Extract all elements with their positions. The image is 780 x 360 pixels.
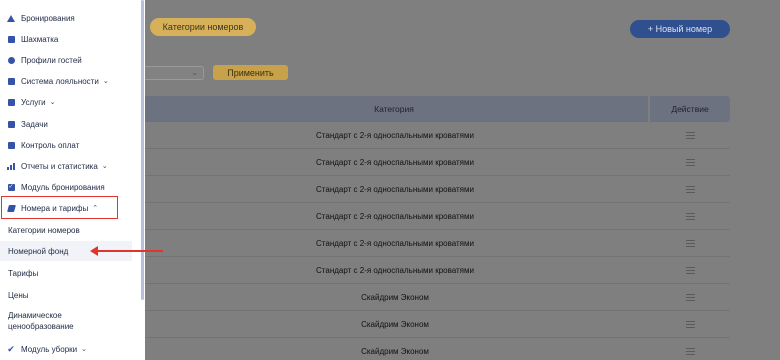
tag-icon [7,98,15,106]
sidebar-subitem-room-categories[interactable]: Категории номеров [0,220,132,240]
category-pill-button[interactable]: Категории номеров [150,18,256,36]
sidebar-subitem-dynamic-pricing[interactable]: Динамическое ценообразование [0,309,100,333]
action-cell [650,122,730,148]
chevron-down-icon: ⌄ [81,346,87,353]
chevron-down-icon: ⌄ [191,68,198,77]
action-cell [650,311,730,337]
filter-select[interactable]: ⌄ [140,66,204,80]
chevron-down-icon: ⌄ [49,99,56,106]
action-cell [650,257,730,283]
category-cell: Стандарт с 2-я односпальными кроватями [316,130,474,140]
user-icon [7,56,15,64]
table-row[interactable]: Стандарт с 2-я односпальными кроватями [140,149,730,176]
highlight-box [1,196,118,219]
list-menu-icon[interactable] [685,266,695,274]
table-header: Категория Действие [140,96,730,122]
table-row[interactable]: Стандарт с 2-я односпальными кроватями [140,203,730,230]
sidebar-item-label: Отчеты и статистика [21,161,98,171]
sidebar-item-label: Контроль оплат [21,140,80,150]
list-menu-icon[interactable] [685,158,695,166]
table-row[interactable]: Стандарт с 2-я односпальными кроватями [140,230,730,257]
list-menu-icon[interactable] [685,320,695,328]
sidebar-subitem-label: Категории номеров [8,225,80,235]
category-cell: Скайдрим Эконом [361,346,429,356]
sidebar-item-cleaning-module[interactable]: ✔ Модуль уборки ⌄ [0,339,140,359]
sidebar-item-guest-profiles[interactable]: Профили гостей [0,50,140,70]
sidebar-item-loyalty[interactable]: Система лояльности ⌄ [0,71,140,91]
payment-icon [7,141,15,149]
sidebar-item-tasks[interactable]: Задачи [0,114,140,134]
category-cell: Стандарт с 2-я односпальными кроватями [316,265,474,275]
sidebar-item-label: Бронирования [21,13,75,23]
home-icon [7,14,15,22]
sidebar-item-payments[interactable]: Контроль оплат [0,135,140,155]
sidebar-item-bookings[interactable]: Бронирования [0,8,140,28]
sidebar-item-label: Модуль бронирования [21,182,105,192]
sidebar-subitem-label: Тарифы [8,268,39,278]
calendar-icon [7,35,15,43]
sidebar-subitem-label: Номерной фонд [8,246,69,256]
action-cell [650,338,730,360]
table-row[interactable]: Скайдрим Эконом [140,338,730,360]
list-menu-icon[interactable] [685,293,695,301]
column-header-category: Категория [140,96,648,122]
sidebar-item-label: Услуги [21,97,46,107]
category-cell: Стандарт с 2-я односпальными кроватями [316,211,474,221]
rooms-table: Категория Действие Стандарт с 2-я односп… [140,96,730,360]
sidebar-item-label: Профили гостей [21,55,82,65]
table-body: Стандарт с 2-я односпальными кроватями Ст… [140,122,730,360]
apply-button[interactable]: Применить [213,65,288,80]
table-row[interactable]: Стандарт с 2-я односпальными кроватями [140,122,730,149]
action-cell [650,284,730,310]
cleaning-icon: ✔ [7,343,15,354]
table-row[interactable]: Стандарт с 2-я односпальными кроватями [140,257,730,284]
sidebar-item-label: Задачи [21,119,48,129]
action-cell [650,176,730,202]
sidebar-item-label: Система лояльности [21,76,99,86]
sidebar-subitem-tariffs[interactable]: Тарифы [0,263,132,283]
list-menu-icon[interactable] [685,212,695,220]
list-menu-icon[interactable] [685,131,695,139]
sidebar-item-chessboard[interactable]: Шахматка [0,29,140,49]
table-row[interactable]: Стандарт с 2-я односпальными кроватями [140,176,730,203]
category-cell: Скайдрим Эконом [361,292,429,302]
category-cell: Стандарт с 2-я односпальными кроватями [316,157,474,167]
list-menu-icon[interactable] [685,347,695,355]
sidebar-item-booking-module[interactable]: ✓ Модуль бронирования [0,177,140,197]
action-cell [650,230,730,256]
chart-icon [7,162,15,170]
category-cell: Стандарт с 2-я односпальными кроватями [316,238,474,248]
sidebar-subitem-label: Цены [8,290,29,300]
sidebar-item-label: Шахматка [21,34,59,44]
sidebar-subitem-label: Динамическое ценообразование [8,311,74,331]
annotation-arrow-line [96,250,163,252]
category-cell: Стандарт с 2-я односпальными кроватями [316,184,474,194]
annotation-arrow-head [90,246,98,256]
new-room-button[interactable]: + Новый номер [630,20,730,38]
action-cell [650,149,730,175]
chevron-down-icon: ⌄ [102,78,109,85]
task-icon [7,120,15,128]
sidebar-item-services[interactable]: Услуги ⌄ [0,92,140,112]
loyalty-icon [7,77,15,85]
sidebar-subitem-prices[interactable]: Цены [0,285,132,305]
action-cell [650,203,730,229]
table-row[interactable]: Скайдрим Эконом [140,311,730,338]
column-header-action: Действие [650,96,730,122]
chevron-down-icon: ⌄ [101,163,108,170]
sidebar-item-reports[interactable]: Отчеты и статистика ⌄ [0,156,140,176]
sidebar: Бронирования Шахматка Профили гостей Сис… [0,0,145,360]
booking-module-icon: ✓ [7,183,15,191]
category-cell: Скайдрим Эконом [361,319,429,329]
table-row[interactable]: Скайдрим Эконом [140,284,730,311]
sidebar-item-label: Модуль уборки [21,344,78,354]
list-menu-icon[interactable] [685,185,695,193]
list-menu-icon[interactable] [685,239,695,247]
sidebar-scrollbar[interactable] [141,0,144,300]
